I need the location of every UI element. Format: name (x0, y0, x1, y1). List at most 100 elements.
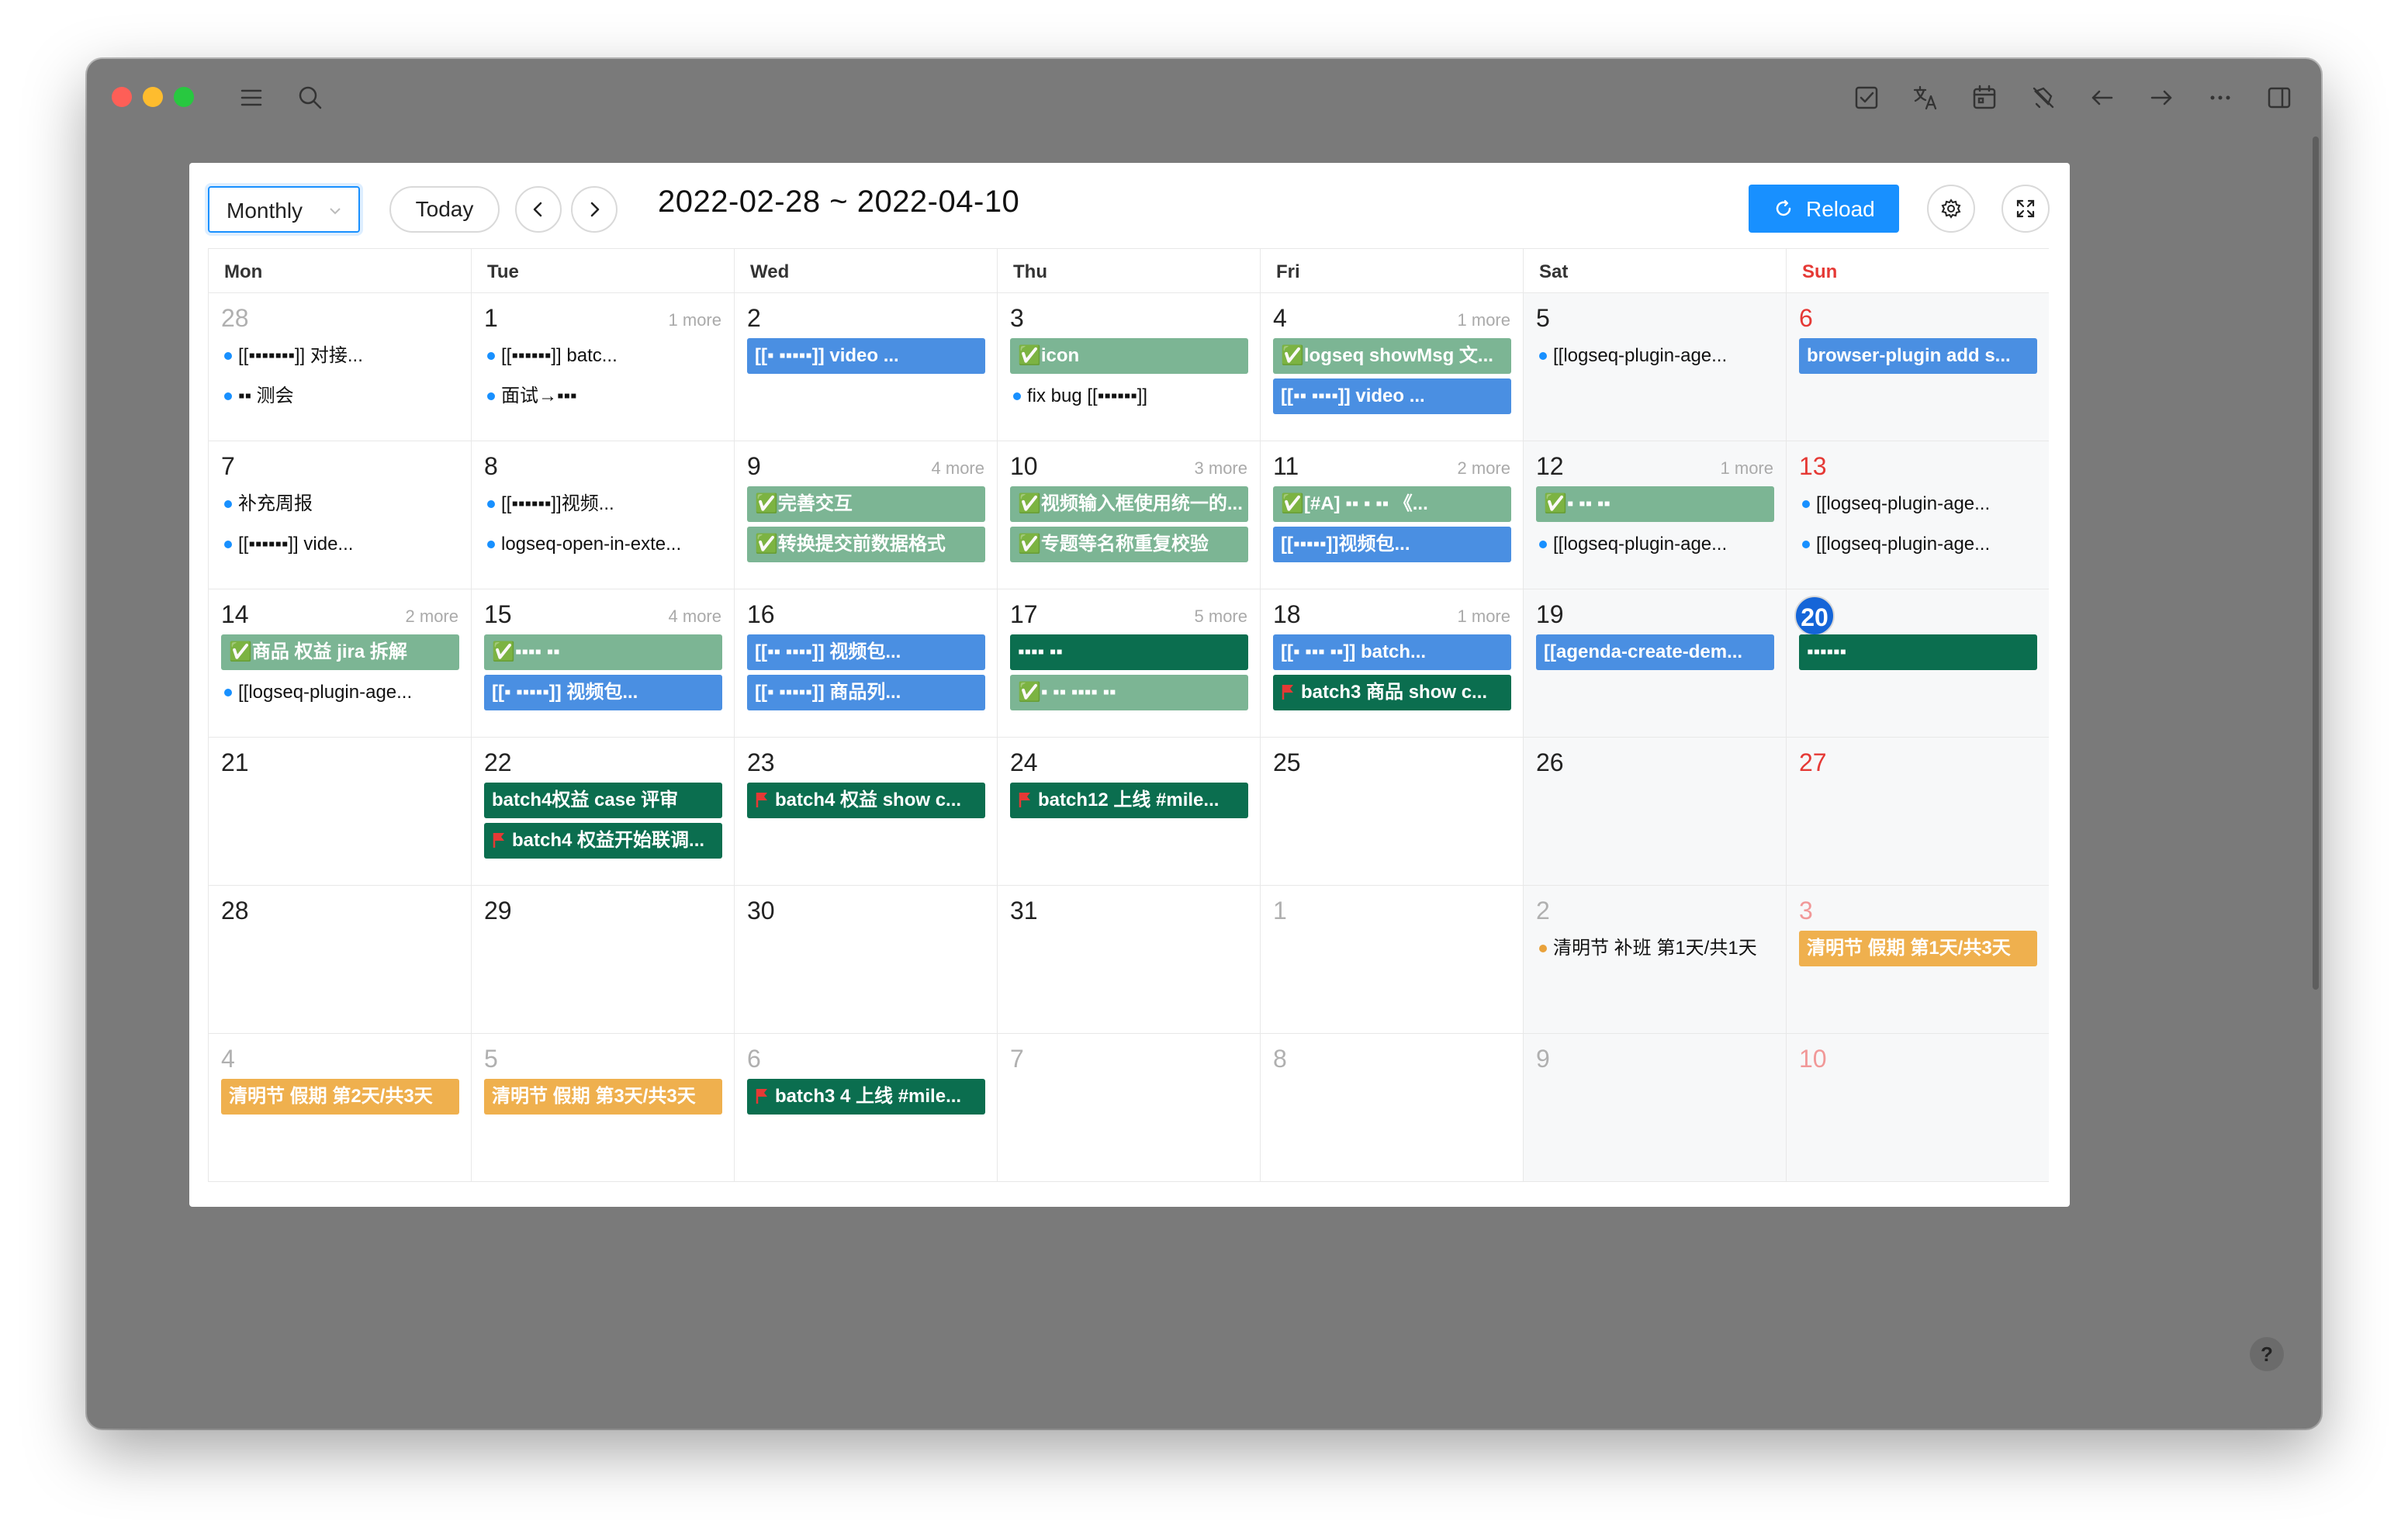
day-number[interactable]: 11 (1273, 452, 1299, 481)
event-item[interactable]: [[▪︎ ▪︎▪︎▪︎▪︎▪︎]] video ... (747, 338, 985, 374)
event-item[interactable]: [[▪︎▪︎▪︎▪︎▪︎▪︎▪︎]] 对接... (221, 338, 459, 374)
day-cell[interactable]: 15 4 more ✅▪︎▪︎▪︎▪︎ ▪︎▪︎ [[▪︎ ▪︎▪︎▪︎▪︎▪︎]] … (471, 589, 734, 738)
event-item[interactable]: [[agenda-create-dem... (1536, 634, 1774, 670)
more-events-link[interactable]: 5 more (1195, 607, 1247, 627)
more-icon[interactable] (2205, 82, 2236, 113)
day-number[interactable]: 7 (1010, 1045, 1024, 1073)
event-item[interactable]: ▪︎▪︎▪︎▪︎▪︎▪︎ (1799, 634, 2037, 670)
today-day-number[interactable]: 20 (1794, 596, 1835, 636)
day-number[interactable]: 24 (1010, 748, 1038, 777)
event-item[interactable]: ✅▪︎ ▪︎▪︎ ▪︎▪︎ (1536, 486, 1774, 522)
day-number[interactable]: 4 (1273, 304, 1287, 333)
more-events-link[interactable]: 1 more (1458, 310, 1510, 330)
day-cell[interactable]: 29 (471, 886, 734, 1034)
event-item[interactable]: logseq-open-in-exte... (484, 527, 722, 562)
day-cell[interactable]: 26 (1523, 738, 1786, 886)
day-cell[interactable]: 2 清明节 补班 第1天/共1天 (1523, 886, 1786, 1034)
day-number[interactable]: 16 (747, 600, 775, 629)
minimize-window-button[interactable] (143, 87, 163, 107)
checkbox-icon[interactable] (1851, 82, 1882, 113)
day-cell[interactable]: 6 browser-plugin add s... (1786, 293, 2049, 441)
day-cell[interactable]: 1 (1260, 886, 1523, 1034)
day-cell[interactable]: 3 ✅icon fix bug [[▪︎▪︎▪︎▪︎▪︎▪︎]] (997, 293, 1260, 441)
day-number[interactable]: 13 (1799, 452, 1827, 481)
event-item[interactable]: batch12 上线 #mile... (1010, 783, 1248, 818)
day-cell[interactable]: 7 (997, 1034, 1260, 1182)
day-cell[interactable]: 5 清明节 假期 第3天/共3天 (471, 1034, 734, 1182)
day-cell[interactable]: 23 batch4 权益 show c... (734, 738, 997, 886)
more-events-link[interactable]: 4 more (669, 607, 721, 627)
day-cell[interactable]: 22 batch4权益 case 评审 batch4 权益开始联调... (471, 738, 734, 886)
event-item[interactable]: [[▪︎ ▪︎▪︎▪︎▪︎▪︎]] 商品列... (747, 675, 985, 710)
event-item[interactable]: ✅▪︎▪︎▪︎▪︎ ▪︎▪︎ (484, 634, 722, 670)
day-cell[interactable]: 5 [[logseq-plugin-age... (1523, 293, 1786, 441)
event-item[interactable]: [[▪︎▪︎ ▪︎▪︎▪︎▪︎]] video ... (1273, 378, 1511, 414)
day-cell[interactable]: 4 1 more ✅logseq showMsg 文... [[▪︎▪︎ ▪︎▪︎▪︎… (1260, 293, 1523, 441)
event-item[interactable]: fix bug [[▪︎▪︎▪︎▪︎▪︎▪︎]] (1010, 378, 1248, 414)
day-cell[interactable]: 4 清明节 假期 第2天/共3天 (208, 1034, 471, 1182)
day-cell[interactable]: 21 (208, 738, 471, 886)
event-item[interactable]: ✅[#A] ▪︎▪︎ ▪︎ ▪︎▪︎ 《... (1273, 486, 1511, 522)
more-events-link[interactable]: 2 more (406, 607, 458, 627)
day-number[interactable]: 12 (1536, 452, 1564, 481)
event-item[interactable]: ✅视频输入框使用统一的... (1010, 486, 1248, 522)
day-cell[interactable]: 10 3 more ✅视频输入框使用统一的... ✅专题等名称重复校验 (997, 441, 1260, 589)
event-item[interactable]: [[logseq-plugin-age... (221, 675, 459, 710)
event-item[interactable]: batch4权益 case 评审 (484, 783, 722, 818)
event-item[interactable]: batch3 4 上线 #mile... (747, 1079, 985, 1115)
back-arrow-icon[interactable] (2087, 82, 2118, 113)
event-item[interactable]: [[▪︎▪︎▪︎▪︎▪︎]]视频包... (1273, 527, 1511, 562)
event-item[interactable]: [[logseq-plugin-age... (1536, 527, 1774, 562)
event-item[interactable]: ▪︎▪︎▪︎▪︎ ▪︎▪︎ (1010, 634, 1248, 670)
day-number[interactable]: 29 (484, 897, 512, 925)
today-button[interactable]: Today (389, 186, 500, 233)
day-cell[interactable]: 28 [[▪︎▪︎▪︎▪︎▪︎▪︎▪︎]] 对接... ▪︎▪︎ 测会 (208, 293, 471, 441)
help-button[interactable]: ? (2250, 1337, 2284, 1371)
day-number[interactable]: 4 (221, 1045, 235, 1073)
event-item[interactable]: [[logseq-plugin-age... (1536, 338, 1774, 374)
day-cell[interactable]: 27 (1786, 738, 2049, 886)
event-item[interactable]: [[▪︎▪︎ ▪︎▪︎▪︎▪︎]] 视频包... (747, 634, 985, 670)
reload-button[interactable]: Reload (1749, 185, 1899, 233)
day-number[interactable]: 9 (1536, 1045, 1550, 1073)
day-number[interactable]: 25 (1273, 748, 1301, 777)
day-number[interactable]: 6 (747, 1045, 761, 1073)
settings-button[interactable] (1927, 185, 1975, 233)
event-item[interactable]: [[▪︎▪︎▪︎▪︎▪︎▪︎]]视频... (484, 486, 722, 522)
sidebar-toggle-icon[interactable] (2264, 82, 2295, 113)
prev-button[interactable] (515, 186, 562, 233)
day-cell[interactable]: 17 5 more ▪︎▪︎▪︎▪︎ ▪︎▪︎ ✅▪︎ ▪︎▪︎ ▪︎▪︎▪︎▪︎ ▪… (997, 589, 1260, 738)
day-number[interactable]: 8 (484, 452, 498, 481)
day-cell[interactable]: 3 清明节 假期 第1天/共3天 (1786, 886, 2049, 1034)
day-cell[interactable]: 31 (997, 886, 1260, 1034)
more-events-link[interactable]: 1 more (1721, 458, 1773, 479)
event-item[interactable]: [[▪︎▪︎▪︎▪︎▪︎▪︎]] batc... (484, 338, 722, 374)
next-button[interactable] (571, 186, 618, 233)
menu-icon[interactable] (236, 82, 267, 113)
more-events-link[interactable]: 1 more (669, 310, 721, 330)
day-cell[interactable]: 8 (1260, 1034, 1523, 1182)
day-number[interactable]: 5 (1536, 304, 1550, 333)
event-item[interactable]: ✅商品 权益 jira 拆解 (221, 634, 459, 670)
event-item[interactable]: 补充周报 (221, 486, 459, 522)
close-window-button[interactable] (112, 87, 132, 107)
day-number[interactable]: 7 (221, 452, 235, 481)
day-cell[interactable]: 13 [[logseq-plugin-age... [[logseq-plugin-… (1786, 441, 2049, 589)
day-number[interactable]: 10 (1010, 452, 1038, 481)
day-cell[interactable]: 30 (734, 886, 997, 1034)
day-cell[interactable]: 9 (1523, 1034, 1786, 1182)
calendar-icon[interactable] (1969, 82, 2000, 113)
day-cell[interactable]: 25 (1260, 738, 1523, 886)
event-item[interactable]: 面试→▪︎▪︎▪︎ (484, 378, 722, 414)
zoom-window-button[interactable] (174, 87, 194, 107)
event-item[interactable]: browser-plugin add s... (1799, 338, 2037, 374)
day-number[interactable]: 17 (1010, 600, 1038, 629)
day-cell[interactable]: 11 2 more ✅[#A] ▪︎▪︎ ▪︎ ▪︎▪︎ 《... [[▪︎▪︎▪︎▪… (1260, 441, 1523, 589)
day-cell[interactable]: 10 (1786, 1034, 2049, 1182)
day-cell[interactable]: 14 2 more ✅商品 权益 jira 拆解 [[logseq-plugin-ag… (208, 589, 471, 738)
event-item[interactable]: 清明节 补班 第1天/共1天 (1536, 931, 1774, 966)
more-events-link[interactable]: 2 more (1458, 458, 1510, 479)
event-item[interactable]: 清明节 假期 第3天/共3天 (484, 1079, 722, 1115)
event-item[interactable]: ✅转换提交前数据格式 (747, 527, 985, 562)
more-events-link[interactable]: 4 more (932, 458, 984, 479)
